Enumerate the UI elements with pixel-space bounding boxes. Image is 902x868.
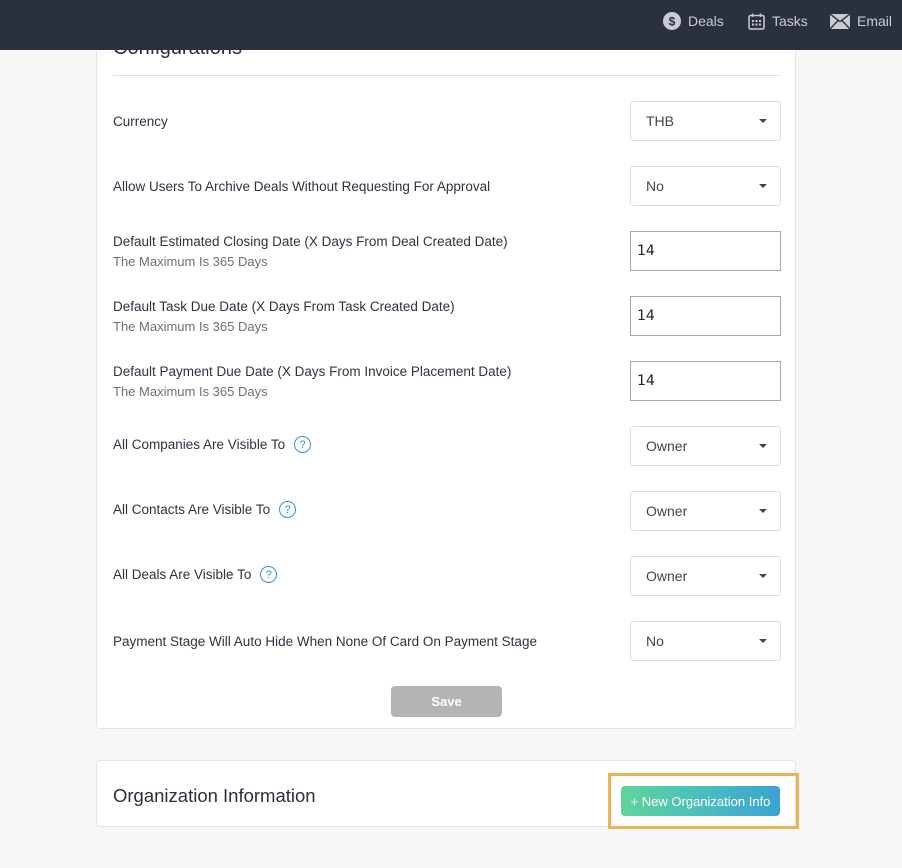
help-icon[interactable]: ? [260, 566, 278, 583]
contacts-visible-select[interactable]: Owner [630, 491, 781, 531]
companies-visible-label: All Companies Are Visible To [113, 437, 286, 452]
closing-date-hint: The Maximum Is 365 Days [113, 254, 268, 269]
caret-down-icon [759, 184, 767, 188]
caret-down-icon [759, 119, 767, 123]
closing-date-input[interactable] [630, 231, 781, 271]
calendar-icon [748, 13, 765, 30]
payment-stage-value: No [646, 633, 664, 649]
envelope-icon [830, 13, 850, 29]
nav-deals-label: Deals [688, 13, 724, 29]
help-icon[interactable]: ? [294, 436, 312, 453]
task-due-date-input[interactable] [630, 296, 781, 336]
svg-text:$: $ [669, 15, 676, 29]
organization-title: Organization Information [113, 785, 316, 806]
currency-select[interactable]: THB [630, 101, 781, 141]
contacts-visible-row: All Contacts Are Visible To ? [113, 501, 297, 518]
payment-stage-select[interactable]: No [630, 621, 781, 661]
divider [113, 75, 781, 76]
caret-down-icon [759, 444, 767, 448]
help-icon[interactable]: ? [279, 501, 297, 518]
nav-tasks[interactable]: Tasks [748, 11, 808, 31]
caret-down-icon [759, 509, 767, 513]
caret-down-icon [759, 574, 767, 578]
payment-due-date-label: Default Payment Due Date (X Days From In… [113, 364, 512, 379]
save-button[interactable]: Save [391, 686, 502, 717]
task-due-date-hint: The Maximum Is 365 Days [113, 319, 268, 334]
top-navbar: $ Deals Tasks Email [0, 0, 902, 50]
currency-label: Currency [113, 114, 168, 129]
nav-email[interactable]: Email [830, 11, 892, 31]
payment-due-date-input[interactable] [630, 361, 781, 401]
companies-visible-value: Owner [646, 438, 688, 454]
deals-visible-label: All Deals Are Visible To [113, 567, 252, 582]
contacts-visible-label: All Contacts Are Visible To [113, 502, 271, 517]
new-organization-info-button[interactable]: + New Organization Info [621, 786, 780, 816]
deals-visible-value: Owner [646, 568, 688, 584]
archive-deals-select[interactable]: No [630, 166, 781, 206]
companies-visible-row: All Companies Are Visible To ? [113, 436, 312, 453]
companies-visible-select[interactable]: Owner [630, 426, 781, 466]
deals-visible-select[interactable]: Owner [630, 556, 781, 596]
archive-deals-label: Allow Users To Archive Deals Without Req… [113, 179, 491, 194]
nav-deals[interactable]: $ Deals [663, 11, 724, 31]
payment-stage-label: Payment Stage Will Auto Hide When None O… [113, 634, 537, 649]
closing-date-label: Default Estimated Closing Date (X Days F… [113, 234, 508, 249]
currency-value: THB [646, 113, 674, 129]
task-due-date-label: Default Task Due Date (X Days From Task … [113, 299, 455, 314]
configurations-card: Configurations Currency THB Allow Users … [96, 10, 796, 729]
nav-email-label: Email [857, 13, 893, 29]
deals-visible-row: All Deals Are Visible To ? [113, 566, 278, 583]
archive-deals-value: No [646, 178, 664, 194]
dollar-icon: $ [663, 12, 681, 30]
caret-down-icon [759, 639, 767, 643]
payment-due-date-hint: The Maximum Is 365 Days [113, 384, 268, 399]
contacts-visible-value: Owner [646, 503, 688, 519]
nav-tasks-label: Tasks [772, 13, 808, 29]
